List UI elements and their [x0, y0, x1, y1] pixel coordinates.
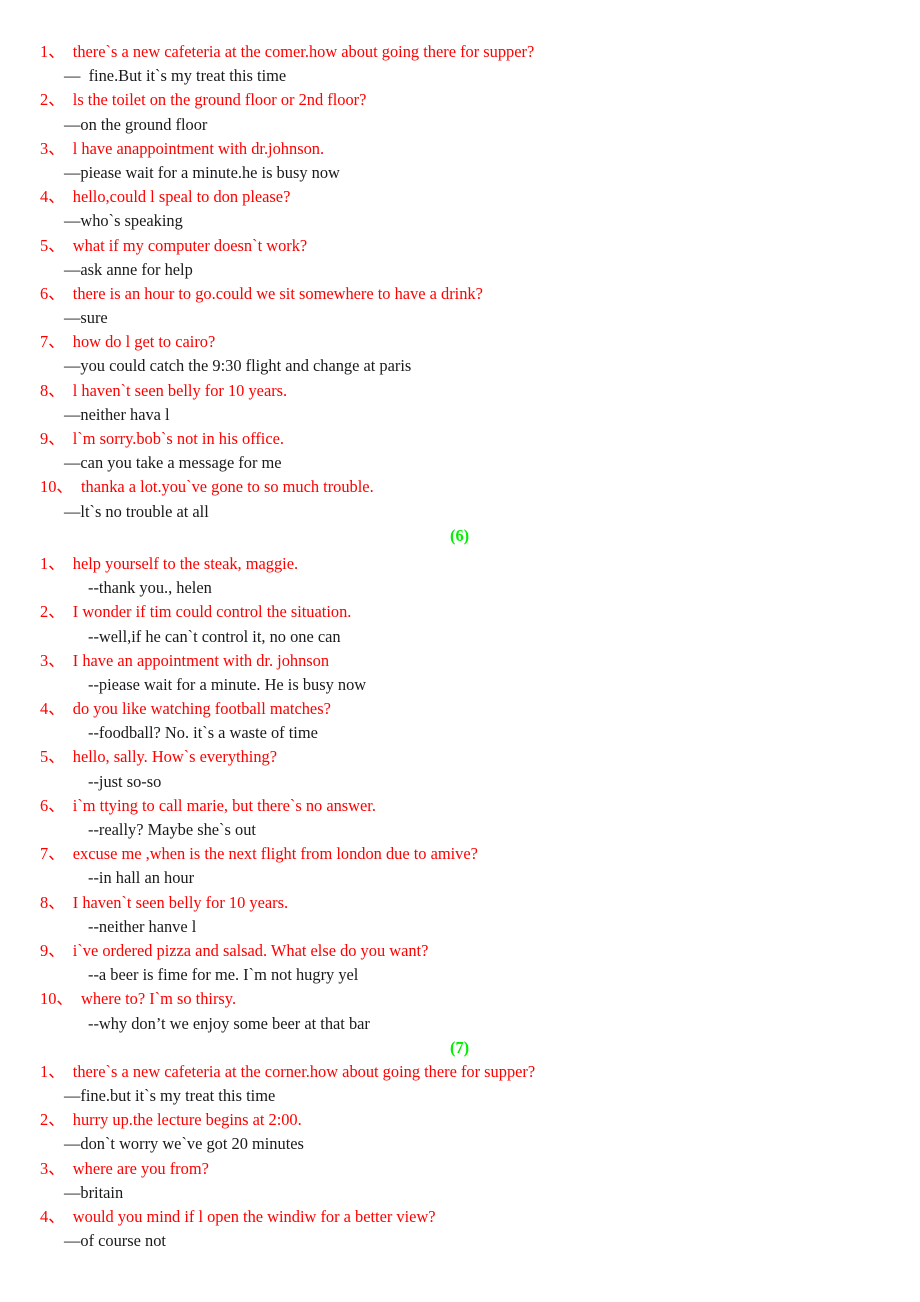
answer-line: —piease wait for a minute.he is busy now	[64, 162, 340, 182]
answer-line: --foodball? No. it`s a waste of time	[88, 723, 318, 743]
question-line: 9、 i`ve ordered pizza and salsad. What e…	[40, 940, 429, 960]
question-line: 1、 help yourself to the steak, maggie.	[40, 553, 299, 573]
question-line: 7、 how do l get to cairo?	[40, 332, 216, 352]
question-line: 9、 l`m sorry.bob`s not in his office.	[40, 429, 285, 448]
answer-line: —neither hava l	[64, 404, 170, 424]
answer-line: —fine.but it`s my treat this time	[64, 1086, 276, 1106]
answer-line: --piease wait for a minute. He is busy n…	[88, 674, 367, 694]
answer-line: —lt`s no trouble at all	[64, 501, 209, 521]
answer-line: --thank you., helen	[88, 578, 212, 598]
question-line: 2、 hurry up.the lecture begins at 2:00.	[40, 1110, 302, 1130]
question-line: 3、 I have an appointment with dr. johnso…	[40, 650, 330, 670]
answer-line: —of course not	[64, 1231, 166, 1251]
question-line: 5、 hello, sally. How`s everything?	[40, 747, 278, 767]
question-line: 1、 there`s a new cafeteria at the corner…	[40, 1061, 536, 1081]
question-line: 2、 I wonder if tim could control the sit…	[40, 602, 352, 622]
answer-line: —you could catch the 9:30 flight and cha…	[64, 356, 412, 376]
worksheet-content: 1、 there`s a new cafeteria at the comer.…	[40, 40, 880, 1253]
answer-line: — fine.But it`s my treat this time	[64, 66, 287, 86]
dialogue-section-6: 1、 help yourself to the steak, maggie. -…	[40, 552, 880, 1036]
answer-line: —who`s speaking	[64, 211, 183, 231]
answer-line: --why don’t we enjoy some beer at that b…	[88, 1013, 370, 1033]
answer-line: —don`t worry we`ve got 20 minutes	[64, 1134, 304, 1154]
section-marker-7: (7)	[450, 1037, 470, 1057]
question-line: 8、 l haven`t seen belly for 10 years.	[40, 380, 288, 400]
answer-line: --really? Maybe she`s out	[88, 820, 256, 839]
answer-line: —sure	[64, 308, 108, 328]
question-line: 1、 there`s a new cafeteria at the comer.…	[40, 42, 535, 61]
answer-line: --in hall an hour	[88, 868, 195, 888]
question-line: 8、 I haven`t seen belly for 10 years.	[40, 892, 289, 912]
question-line: 2、 ls the toilet on the ground floor or …	[40, 90, 367, 110]
answer-line: —on the ground floor	[64, 114, 208, 134]
dialogue-section-5: 1、 there`s a new cafeteria at the comer.…	[40, 40, 880, 524]
section-marker-6: (6)	[450, 525, 470, 545]
question-line: 4、 do you like watching football matches…	[40, 699, 331, 719]
question-line: 10、 where to? I`m so thirsy.	[40, 989, 237, 1009]
dialogue-section-7: 1、 there`s a new cafeteria at the corner…	[40, 1060, 880, 1254]
answer-line: —britain	[64, 1182, 124, 1202]
question-line: 5、 what if my computer doesn`t work?	[40, 235, 308, 255]
answer-line: --well,if he can`t control it, no one ca…	[88, 626, 341, 646]
question-line: 3、 where are you from?	[40, 1158, 209, 1178]
answer-line: --just so-so	[88, 771, 162, 791]
question-line: 6、 i`m ttying to call marie, but there`s…	[40, 795, 376, 815]
question-line: 10、 thanka a lot.you`ve gone to so much …	[40, 477, 374, 497]
answer-line: —can you take a message for me	[64, 453, 282, 473]
question-line: 4、 hello,could l speal to don please?	[40, 187, 291, 207]
question-line: 6、 there is an hour to go.could we sit s…	[40, 283, 483, 303]
question-line: 4、 would you mind if l open the windiw f…	[40, 1207, 436, 1226]
answer-line: --neither hanve l	[88, 916, 197, 936]
answer-line: --a beer is fime for me. I`m not hugry y…	[88, 965, 359, 985]
answer-line: —ask anne for help	[64, 259, 193, 279]
question-line: 7、 excuse me ,when is the next flight fr…	[40, 844, 478, 864]
question-line: 3、 l have anappointment with dr.johnson.	[40, 138, 325, 158]
worksheet-page: 1、 there`s a new cafeteria at the comer.…	[0, 0, 920, 1302]
